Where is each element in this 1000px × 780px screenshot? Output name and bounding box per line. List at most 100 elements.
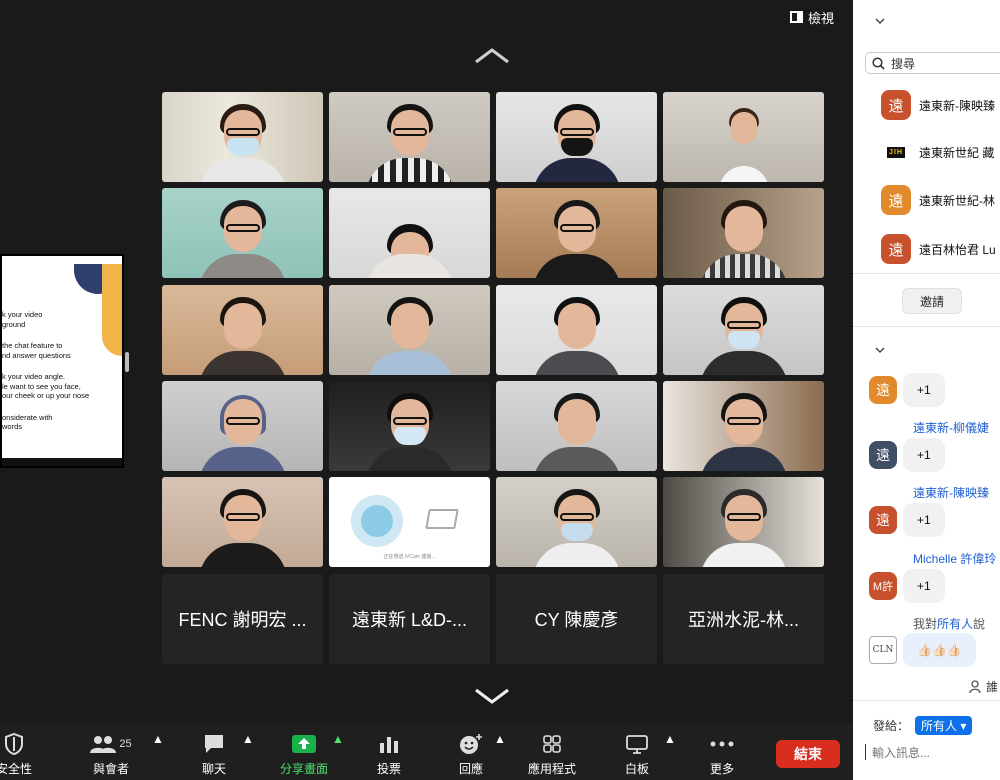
participants-button[interactable]: 25 與會者 xyxy=(88,732,134,777)
chat-sender: 我對所有人說 xyxy=(913,615,985,632)
video-tile[interactable] xyxy=(663,188,824,278)
chat-input-placeholder: 輸入訊息... xyxy=(872,745,931,760)
video-tile[interactable] xyxy=(663,285,824,375)
more-dots-icon xyxy=(710,741,734,747)
share-screen-button[interactable]: 分享畫面 xyxy=(276,732,332,777)
video-tile[interactable] xyxy=(496,92,657,182)
caret-down-icon: ▾ xyxy=(960,719,967,733)
side-panel: 搜尋 遠 遠東新-陳映臻 JIH 遠東新世紀 藏 遠 遠東新世紀-林 遠 遠百林… xyxy=(853,0,1000,780)
participant-search-input[interactable]: 搜尋 xyxy=(865,52,1000,74)
collapse-chat-icon[interactable] xyxy=(875,345,885,355)
who-can-see-indicator[interactable]: 誰 xyxy=(969,678,998,695)
chat-bubble-icon xyxy=(205,735,223,753)
collapse-participants-icon[interactable] xyxy=(875,16,885,26)
poll-button[interactable]: 投票 xyxy=(372,732,406,777)
video-tile[interactable] xyxy=(162,92,323,182)
whiteboard-options-caret[interactable]: ▲ xyxy=(664,732,676,746)
page-up-icon[interactable] xyxy=(474,44,510,68)
video-tile[interactable] xyxy=(162,381,323,471)
video-tile[interactable] xyxy=(329,188,490,278)
whiteboard-label: 白板 xyxy=(624,762,649,776)
who-label: 誰 xyxy=(986,680,999,694)
chat-sender: 遠東新-柳儀婕 xyxy=(913,421,989,435)
chat-message: CLN 👍🏻👍🏻👍🏻 xyxy=(869,633,976,667)
chat-bubble: +1 xyxy=(903,569,945,603)
zoom-window: 檢視 k your video ground the chat feature … xyxy=(0,0,1000,780)
chat-label: 聊天 xyxy=(201,762,226,776)
participant-row[interactable]: 遠 遠東新世紀-林 xyxy=(881,185,995,215)
name-tile[interactable]: CY 陳慶彥 xyxy=(496,574,657,664)
participant-name: 遠東新世紀-林 xyxy=(919,193,995,208)
ivcam-caption: 正在傳送 iVCam 連接... xyxy=(383,554,436,560)
whiteboard-button[interactable]: 白板 xyxy=(620,732,654,777)
end-meeting-button[interactable]: 結束 xyxy=(776,740,840,768)
participants-options-caret[interactable]: ▲ xyxy=(152,732,164,746)
view-label: 檢視 xyxy=(808,10,835,26)
chat-message: 遠 +1 xyxy=(869,373,945,407)
video-tile[interactable] xyxy=(329,285,490,375)
avatar-logo-text: JIH xyxy=(887,146,905,158)
video-tile[interactable] xyxy=(663,477,824,567)
video-tile[interactable] xyxy=(162,188,323,278)
more-button[interactable]: 更多 xyxy=(704,732,740,777)
slide-line: k your video ground xyxy=(2,310,43,329)
chat-button[interactable]: 聊天 xyxy=(196,732,232,777)
shared-screen-thumbnail[interactable]: k your video ground the chat feature to … xyxy=(0,254,124,468)
sender-prefix: 我對 xyxy=(913,617,938,631)
chat-options-caret[interactable]: ▲ xyxy=(242,732,254,746)
text-cursor xyxy=(865,744,866,760)
video-tile[interactable] xyxy=(162,285,323,375)
bar-chart-icon xyxy=(380,737,398,753)
video-tile[interactable] xyxy=(496,188,657,278)
video-tile[interactable] xyxy=(329,381,490,471)
video-tile[interactable] xyxy=(663,381,824,471)
chat-bubble: +1 xyxy=(903,503,945,537)
video-tile-logo[interactable]: 正在傳送 iVCam 連接... xyxy=(329,477,490,567)
chat-bubble: 👍🏻👍🏻👍🏻 xyxy=(903,633,976,667)
share-screen-label: 分享畫面 xyxy=(279,762,328,776)
recipient-select[interactable]: 所有人 ▾ xyxy=(915,716,973,735)
reactions-label: 回應 xyxy=(458,762,483,776)
meeting-toolbar: 安全性 25 與會者 ▲ 聊天 ▲ 分享畫面 ▲ 投票 回應 ▲ 應用程式 白板… xyxy=(0,724,853,780)
name-tile[interactable]: FENC 謝明宏 ... xyxy=(162,574,323,664)
thumbnail-resize-handle[interactable] xyxy=(125,352,129,372)
slide-line: the chat feature to nd answer questions xyxy=(2,341,71,360)
video-tile[interactable] xyxy=(162,477,323,567)
name-tile[interactable]: 亞洲水泥-林... xyxy=(663,574,824,664)
chat-message-input[interactable]: 輸入訊息... xyxy=(865,742,1000,762)
send-to-label: 發給： xyxy=(873,719,910,733)
search-placeholder: 搜尋 xyxy=(891,56,916,71)
recipient-value: 所有人 xyxy=(921,719,958,733)
security-button[interactable]: 安全性 xyxy=(0,732,36,777)
page-down-icon[interactable] xyxy=(474,684,510,708)
divider xyxy=(853,326,1000,327)
participant-row[interactable]: 遠 遠百林怡君 Lu xyxy=(881,234,996,264)
name-tile[interactable]: 遠東新 L&D-... xyxy=(329,574,490,664)
video-tile-active-speaker[interactable] xyxy=(663,92,824,182)
participant-name: 亞洲水泥-林... xyxy=(688,610,799,630)
apps-button[interactable]: 應用程式 xyxy=(524,732,580,777)
divider xyxy=(853,273,1000,274)
participant-name: 遠東新 L&D-... xyxy=(351,610,467,630)
reactions-options-caret[interactable]: ▲ xyxy=(494,732,506,746)
participant-count: 25 xyxy=(119,738,132,750)
chat-sender: 遠東新-陳映臻 xyxy=(913,486,989,500)
video-tile[interactable] xyxy=(496,285,657,375)
reactions-button[interactable]: 回應 xyxy=(454,732,488,777)
video-tile[interactable] xyxy=(496,477,657,567)
video-tile[interactable] xyxy=(496,381,657,471)
participant-name: CY 陳慶彥 xyxy=(534,610,619,630)
slide-text: k your video ground the chat feature to … xyxy=(2,310,112,444)
invite-button[interactable]: 邀請 xyxy=(902,288,962,314)
avatar: 遠 xyxy=(869,441,897,469)
avatar: 遠 xyxy=(881,234,911,264)
avatar: 遠 xyxy=(881,185,911,215)
view-layout-icon xyxy=(790,11,803,23)
participant-row[interactable]: JIH 遠東新世紀 藏 xyxy=(881,137,994,167)
video-tile[interactable] xyxy=(329,92,490,182)
share-options-caret[interactable]: ▲ xyxy=(332,732,344,746)
view-button[interactable]: 檢視 xyxy=(790,7,834,27)
participant-row[interactable]: 遠 遠東新-陳映臻 xyxy=(881,90,995,120)
send-to-row: 發給： 所有人 ▾ xyxy=(873,716,973,735)
people-icon xyxy=(90,736,117,753)
